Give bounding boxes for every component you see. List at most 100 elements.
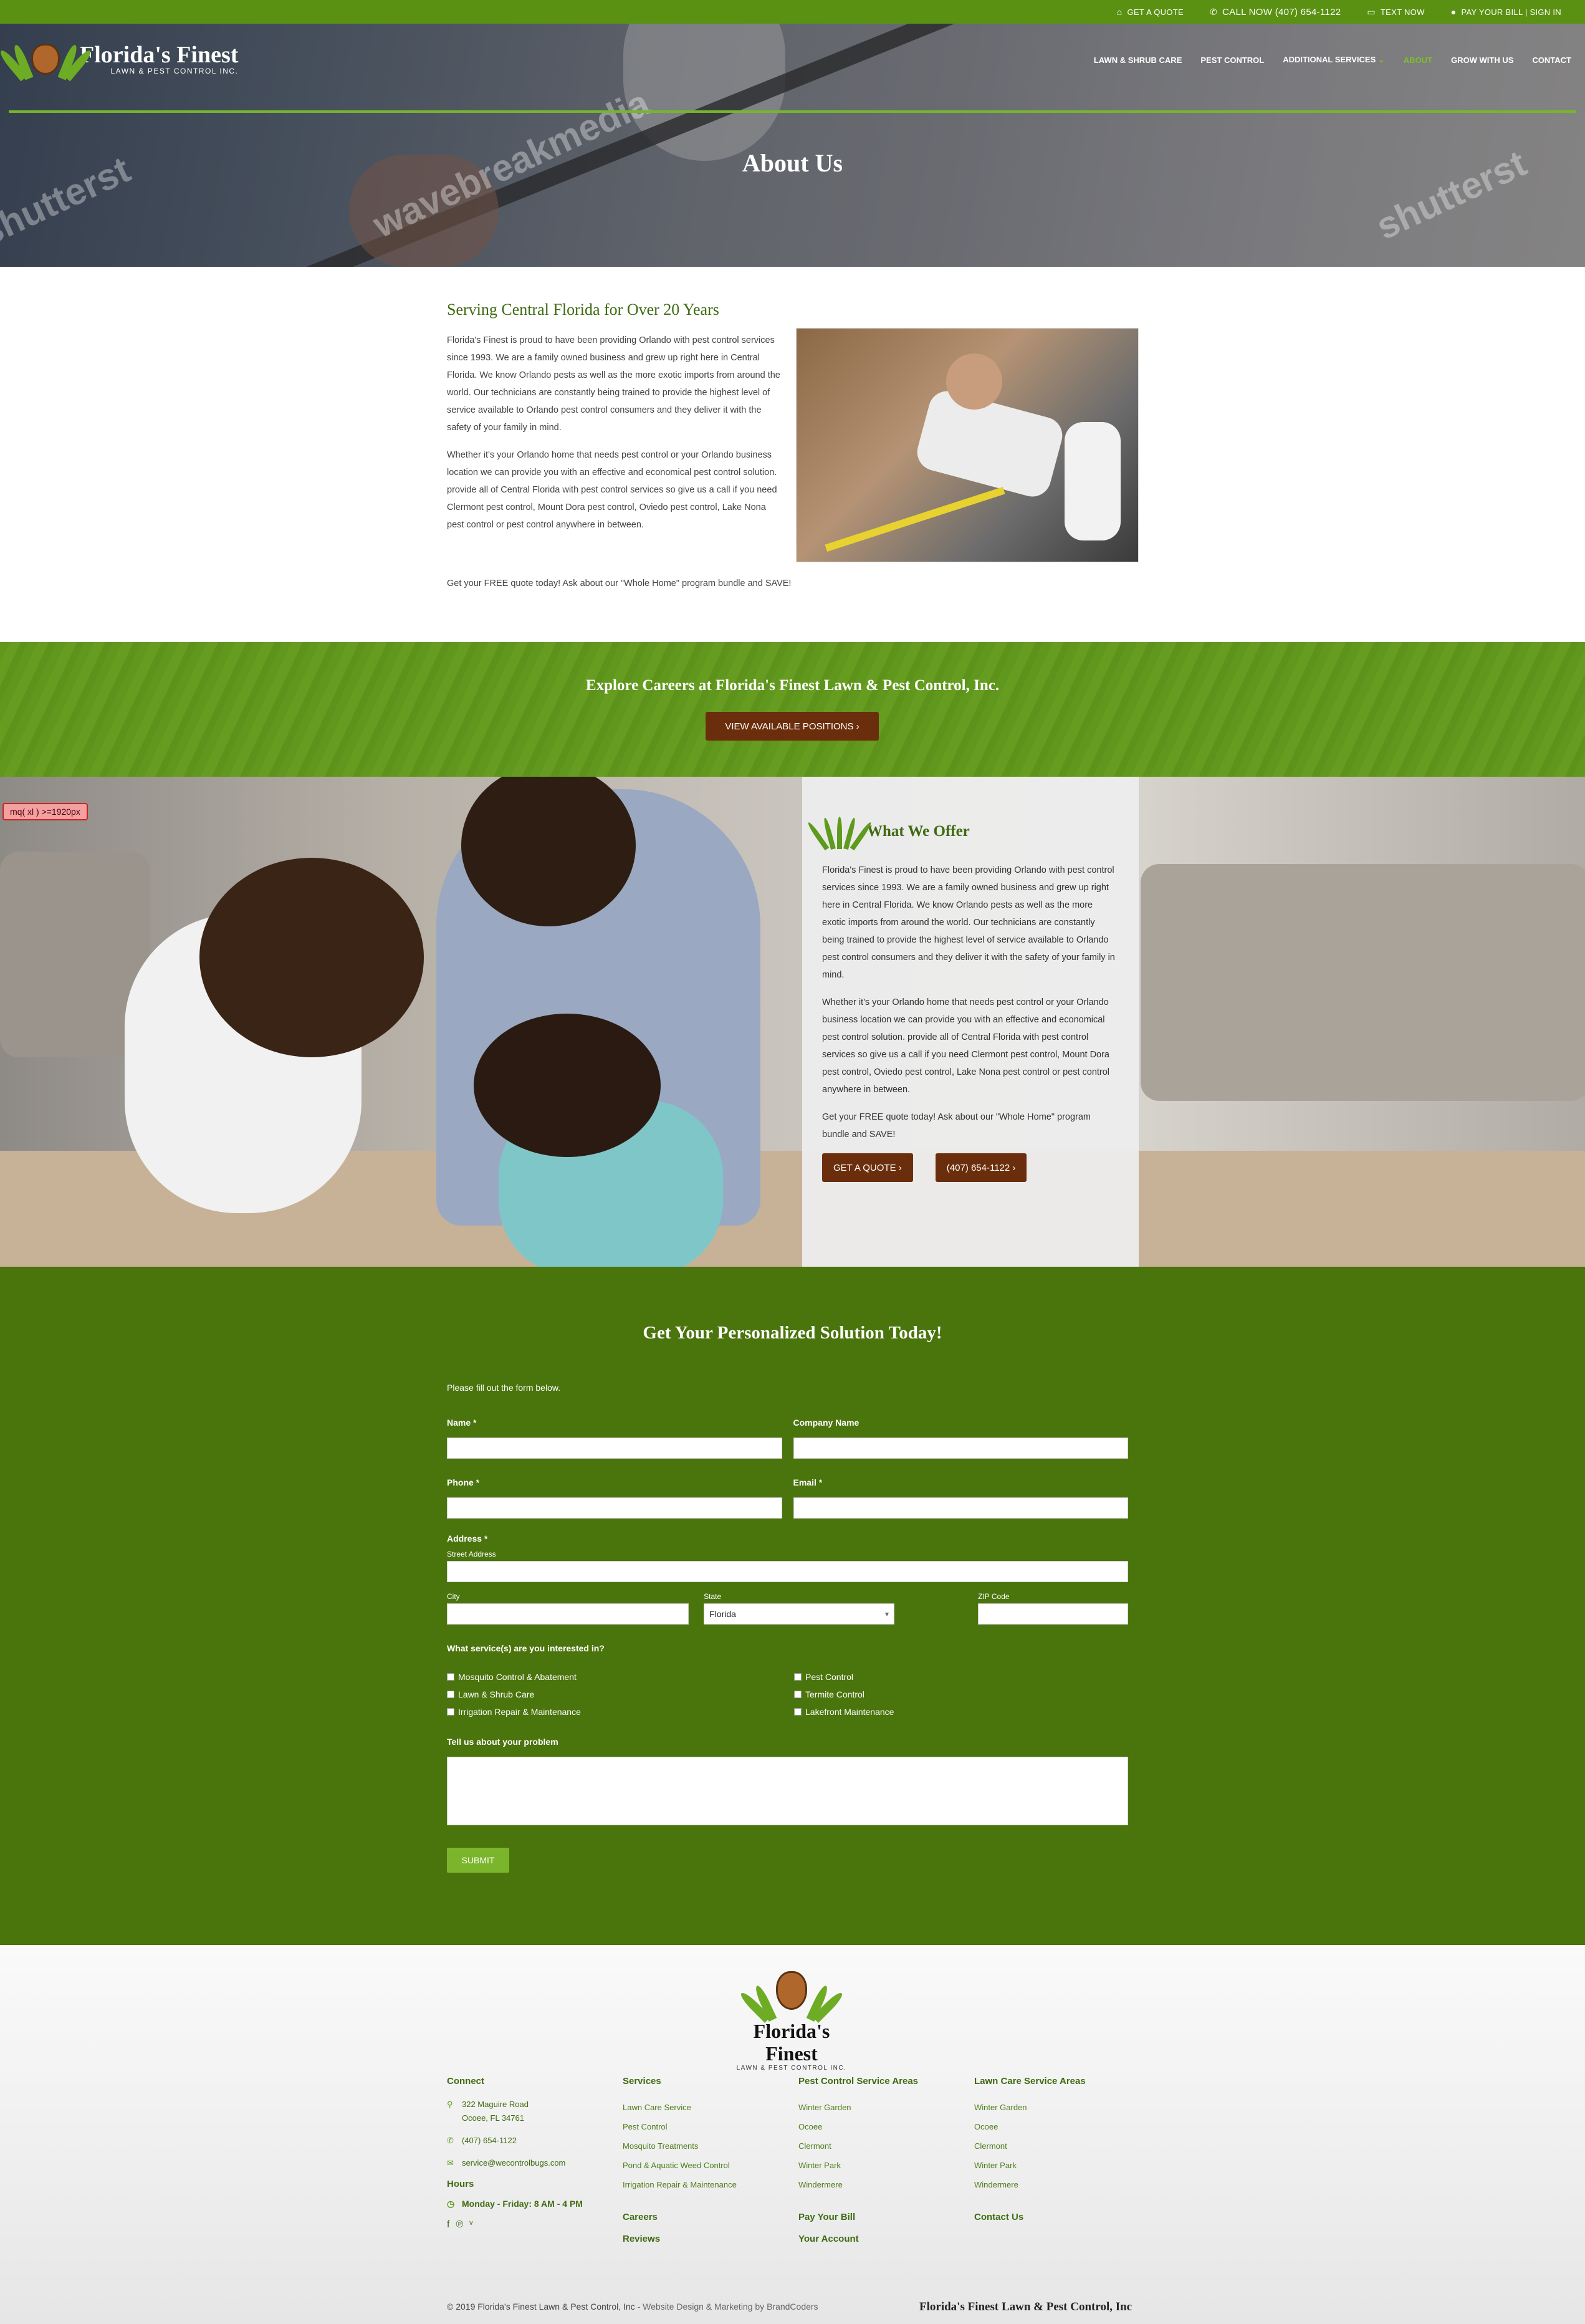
social-links: f ℗ ᵛ	[447, 2219, 623, 2230]
footer-link[interactable]: Mosquito Treatments	[623, 2136, 798, 2156]
call-now-link[interactable]: ✆ CALL NOW (407) 654-1122	[1210, 7, 1341, 17]
footer-pay-bill-link[interactable]: Pay Your Bill	[798, 2212, 974, 2222]
footer-logo-tagline: LAWN & PEST CONTROL INC.	[736, 2065, 847, 2072]
intro-section: Serving Central Florida for Over 20 Year…	[447, 300, 1139, 588]
name-field[interactable]	[447, 1438, 782, 1459]
intro-paragraph: Whether it's your Orlando home that need…	[447, 450, 777, 530]
pay-bill-link[interactable]: ● PAY YOUR BILL | SIGN IN	[1451, 7, 1561, 17]
service-checkbox[interactable]: Lakefront Maintenance	[794, 1707, 894, 1717]
phone-icon: ✆	[1210, 6, 1218, 17]
street-label: Street Address	[447, 1550, 496, 1558]
state-label: State	[704, 1592, 722, 1601]
service-checkbox[interactable]: Irrigation Repair & Maintenance	[447, 1707, 794, 1717]
offer-paragraph: Get your FREE quote today! Ask about our…	[822, 1112, 1091, 1140]
chevron-down-icon: ▾	[885, 1610, 889, 1618]
chevron-down-icon: ⌄	[1377, 55, 1385, 64]
view-positions-button[interactable]: VIEW AVAILABLE POSITIONS ›	[706, 712, 879, 741]
footer-link[interactable]: Pond & Aquatic Weed Control	[623, 2156, 798, 2175]
footer-account-link[interactable]: Your Account	[798, 2234, 974, 2244]
footer-link[interactable]: Ocoee	[798, 2117, 974, 2136]
nav-about[interactable]: ABOUT	[1404, 55, 1432, 65]
debug-breakpoint-badge: mq( xl ) >=1920px	[2, 803, 88, 820]
checkbox-icon	[447, 1673, 454, 1681]
footer-careers-link[interactable]: Careers	[623, 2212, 798, 2222]
facebook-icon[interactable]: f	[447, 2219, 449, 2230]
nav-additional-services[interactable]: ADDITIONAL SERVICES ⌄	[1283, 55, 1385, 65]
offer-paragraph: Florida's Finest is proud to have been p…	[822, 865, 1115, 980]
footer-connect: Connect ⚲ 322 Maguire Road Ocoee, FL 34761…	[447, 2076, 623, 2255]
service-checkbox[interactable]: Termite Control	[794, 1689, 894, 1699]
footer-link[interactable]: Clermont	[798, 2136, 974, 2156]
footer-email[interactable]: ✉ service@wecontrolbugs.com	[447, 2156, 623, 2170]
zip-field[interactable]	[978, 1603, 1129, 1625]
submit-button[interactable]: SUBMIT	[447, 1848, 509, 1873]
quote-form: Please fill out the form below. Name * C…	[447, 1383, 1129, 1873]
twitter-icon[interactable]: ᵛ	[469, 2219, 472, 2230]
service-checkbox[interactable]: Lawn & Shrub Care	[447, 1689, 794, 1699]
logo-name: Florida's Finest	[80, 42, 239, 68]
problem-textarea[interactable]	[447, 1757, 1128, 1825]
get-quote-link[interactable]: ⌂ GET A QUOTE	[1117, 7, 1184, 17]
footer-reviews-link[interactable]: Reviews	[623, 2234, 798, 2244]
phone-field[interactable]	[447, 1497, 782, 1519]
lawn-areas-heading: Lawn Care Service Areas	[974, 2076, 1086, 2086]
company-field[interactable]	[793, 1438, 1128, 1459]
text-now-link[interactable]: ▭ TEXT NOW	[1367, 7, 1424, 17]
city-field[interactable]	[447, 1603, 689, 1625]
footer-logo[interactable]: Florida's Finest LAWN & PEST CONTROL INC…	[729, 1969, 854, 2072]
footer-link[interactable]: Winter Garden	[798, 2098, 974, 2117]
chevron-right-icon: ›	[1012, 1162, 1016, 1173]
phone-button[interactable]: (407) 654-1122 ›	[935, 1153, 1027, 1182]
footer-link[interactable]: Windermere	[798, 2175, 974, 2194]
footer-link[interactable]: Irrigation Repair & Maintenance	[623, 2175, 798, 2194]
checkbox-icon	[447, 1691, 454, 1698]
chevron-right-icon: ›	[856, 721, 860, 732]
careers-band: Explore Careers at Florida's Finest Lawn…	[0, 642, 1585, 777]
chat-icon: ▭	[1367, 6, 1376, 17]
main-header: Florida's Finest LAWN & PEST CONTROL INC…	[0, 24, 1585, 113]
service-checkbox[interactable]: Pest Control	[794, 1672, 894, 1682]
footer-link[interactable]: Winter Park	[974, 2156, 1150, 2175]
technician-photo	[796, 328, 1139, 562]
footer-services: Services Lawn Care Service Pest Control …	[623, 2076, 798, 2255]
footer-link[interactable]: Winter Park	[798, 2156, 974, 2175]
pinterest-icon[interactable]: ℗	[456, 2219, 463, 2230]
footer-link[interactable]: Clermont	[974, 2136, 1150, 2156]
company-label: Company Name	[793, 1418, 860, 1428]
offer-header: What We Offer	[806, 814, 1119, 851]
services-label: What service(s) are you interested in?	[447, 1643, 605, 1653]
footer-logo-name: Florida's Finest	[753, 2020, 830, 2065]
get-quote-button-label: GET A QUOTE	[833, 1162, 896, 1173]
nav-contact[interactable]: CONTACT	[1532, 55, 1571, 65]
email-field[interactable]	[793, 1497, 1128, 1519]
form-heading: Get Your Personalized Solution Today!	[643, 1323, 942, 1343]
address-line: 322 Maguire Road	[462, 2100, 529, 2109]
footer-link[interactable]: Ocoee	[974, 2117, 1150, 2136]
nav-grow-with-us[interactable]: GROW WITH US	[1451, 55, 1513, 65]
street-field[interactable]	[447, 1561, 1128, 1582]
service-label: Lawn & Shrub Care	[458, 1689, 535, 1699]
site-logo[interactable]: Florida's Finest LAWN & PEST CONTROL INC…	[0, 40, 239, 82]
offer-heading: What We Offer	[867, 823, 970, 840]
problem-label: Tell us about your problem	[447, 1737, 558, 1747]
state-select[interactable]: Florida ▾	[704, 1603, 895, 1625]
service-checkbox[interactable]: Mosquito Control & Abatement	[447, 1672, 794, 1682]
footer-link[interactable]: Windermere	[974, 2175, 1150, 2194]
page-title: About Us	[742, 149, 843, 177]
nav-pest-control[interactable]: PEST CONTROL	[1200, 55, 1264, 65]
phone-label: Phone *	[447, 1477, 480, 1487]
footer-link[interactable]: Lawn Care Service	[623, 2098, 798, 2117]
nav-lawn-shrub-care[interactable]: LAWN & SHRUB CARE	[1094, 55, 1182, 65]
designer-credit-link[interactable]: - Website Design & Marketing by BrandCod…	[635, 2302, 818, 2312]
email-label: Email *	[793, 1477, 823, 1487]
footer-link[interactable]: Winter Garden	[974, 2098, 1150, 2117]
pay-bill-label: PAY YOUR BILL | SIGN IN	[1461, 7, 1561, 17]
call-now-label: CALL NOW (407) 654-1122	[1222, 6, 1341, 17]
get-quote-button[interactable]: GET A QUOTE ›	[822, 1153, 913, 1182]
footer-hours: ◷ Monday - Friday: 8 AM - 4 PM	[447, 2197, 623, 2211]
footer-lawn-areas: Lawn Care Service Areas Winter Garden Oc…	[974, 2076, 1150, 2255]
footer-phone[interactable]: ✆ (407) 654-1122	[447, 2134, 623, 2148]
footer-link[interactable]: Pest Control	[623, 2117, 798, 2136]
site-footer: Florida's Finest LAWN & PEST CONTROL INC…	[0, 1945, 1585, 2324]
footer-contact-link[interactable]: Contact Us	[974, 2212, 1150, 2222]
